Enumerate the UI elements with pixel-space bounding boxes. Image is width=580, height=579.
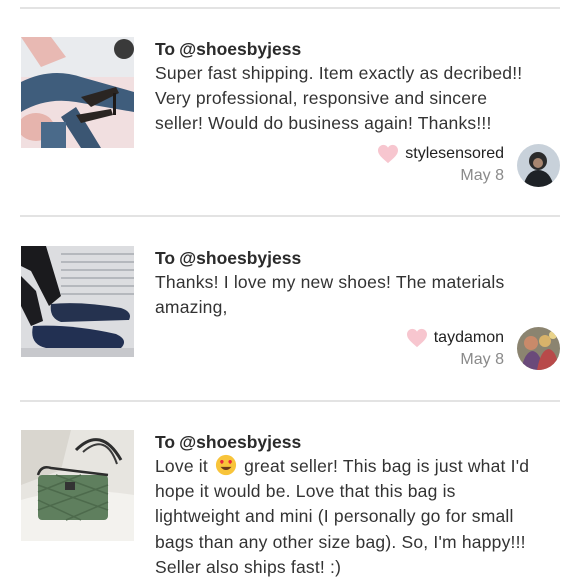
- divider: [20, 400, 560, 402]
- reviewer-username-link[interactable]: taydamon: [434, 329, 504, 347]
- review-text-fragment: great seller! This bag is just what I'd: [244, 456, 530, 476]
- recipient-line: To @shoesbyjess: [155, 37, 565, 61]
- review-text-line: hope it would be. Love that this bag is: [155, 481, 456, 502]
- review-content: To @shoesbyjess Love it great seller! Thi…: [155, 430, 565, 579]
- heart-icon[interactable]: [406, 328, 428, 348]
- review-text: Super fast shipping. Item exactly as dec…: [155, 61, 565, 137]
- review-content: To @shoesbyjess Thanks! I love my new sho…: [155, 246, 565, 320]
- green-quilted-bag-photo-icon: [21, 430, 134, 541]
- review-date: May 8: [460, 167, 504, 184]
- review-text-fragment: Love it: [155, 456, 208, 476]
- review-content: To @shoesbyjess Super fast shipping. Item…: [155, 37, 565, 137]
- review-date: May 8: [460, 351, 504, 368]
- review-text-line: lightweight and mini (I personally go fo…: [155, 506, 514, 527]
- review-text-line: Seller also ships fast! :): [155, 556, 342, 577]
- to-label: To: [155, 39, 176, 59]
- divider: [20, 7, 560, 9]
- heart-icon[interactable]: [377, 144, 399, 164]
- recipient-handle-link[interactable]: @shoesbyjess: [179, 248, 301, 268]
- to-label: To: [155, 248, 176, 268]
- product-thumbnail[interactable]: [21, 430, 134, 541]
- reviewer-username-link[interactable]: stylesensored: [405, 145, 504, 163]
- recipient-line: To @shoesbyjess: [155, 430, 565, 454]
- recipient-line: To @shoesbyjess: [155, 246, 565, 270]
- review-text-line: Super fast shipping. Item exactly as dec…: [155, 63, 523, 83]
- user-avatar-photo-icon: [517, 327, 560, 370]
- review-text-line: Love it great seller! This bag is just w…: [155, 454, 565, 479]
- recipient-handle-link[interactable]: @shoesbyjess: [179, 432, 301, 452]
- woven-loafers-photo-icon: [21, 246, 134, 357]
- recipient-handle-link[interactable]: @shoesbyjess: [179, 39, 301, 59]
- review-meta: taydamon May 8: [406, 327, 504, 370]
- review-text-line: bags than any other size bag). So, I'm h…: [155, 531, 526, 552]
- review-text-line: Very professional, responsive and sincer…: [155, 88, 488, 109]
- review-text-line: Thanks! I love my new shoes! The materia…: [155, 272, 505, 292]
- product-thumbnail[interactable]: [21, 246, 134, 357]
- to-label: To: [155, 432, 176, 452]
- heart-eyes-emoji-icon: [215, 454, 237, 476]
- user-avatar-photo-icon: [517, 144, 560, 187]
- review-text-line: amazing,: [155, 297, 228, 318]
- review-text: Love it great seller! This bag is just w…: [155, 454, 565, 579]
- review-text-line: seller! Would do business again! Thanks!…: [155, 113, 492, 134]
- product-thumbnail[interactable]: [21, 37, 134, 148]
- avatar[interactable]: [517, 144, 560, 187]
- stiletto-heels-photo-icon: [21, 37, 134, 148]
- review-text: Thanks! I love my new shoes! The materia…: [155, 270, 565, 320]
- divider: [20, 215, 560, 217]
- review-meta: stylesensored May 8: [377, 143, 504, 186]
- avatar[interactable]: [517, 327, 560, 370]
